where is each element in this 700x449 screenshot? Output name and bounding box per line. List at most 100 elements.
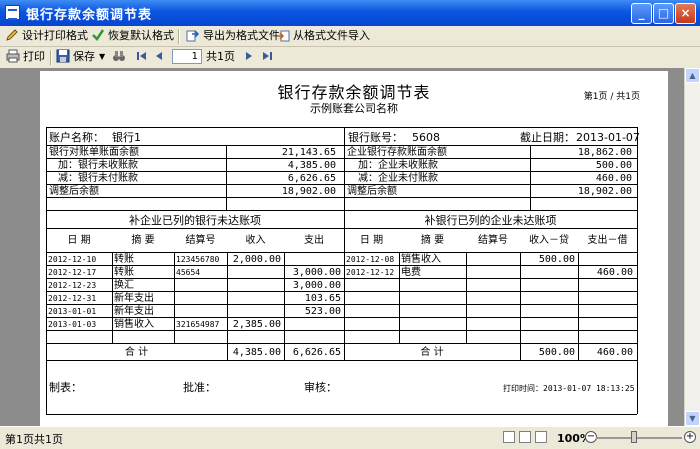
print-button[interactable]: 打印 — [6, 49, 45, 65]
save-label: 保存 — [73, 50, 95, 63]
minimize-button[interactable]: _ — [631, 3, 652, 24]
account-no-value: 5608 — [412, 131, 440, 144]
left-header-income: 收入 — [245, 235, 266, 246]
last-page-button[interactable] — [260, 49, 277, 65]
left-total-expense: 6,626.65 — [292, 347, 341, 358]
left-summary-value: 18,902.00 — [281, 186, 336, 197]
preview-viewport[interactable]: 银行存款余额调节表 示例账套公司名称 第1页 / 共1页 账户名称： 银行1 银… — [0, 68, 684, 426]
import-format-file-label: 从格式文件导入 — [293, 29, 370, 42]
left-row-expense: 3,000.00 — [292, 267, 341, 278]
print-label: 打印 — [23, 50, 45, 63]
checkmark-icon — [92, 29, 105, 41]
report-page-info: 第1页 / 共1页 — [583, 92, 640, 102]
left-row-expense: 103.65 — [304, 293, 341, 304]
left-row-date: 2012-12-10 — [48, 255, 97, 264]
right-total-expense: 460.00 — [596, 347, 633, 358]
binoculars-icon — [113, 51, 125, 61]
end-date-value: 2013-01-07 — [576, 131, 640, 144]
report-company: 示例账套公司名称 — [310, 102, 398, 115]
restore-default-format-label: 恢复默认格式 — [108, 29, 174, 42]
scroll-up-arrow[interactable]: ▲ — [685, 68, 700, 83]
left-section-title: 补企业已列的银行未达账项 — [129, 214, 261, 227]
right-header-date: 日 期 — [359, 235, 384, 246]
right-header-expense: 支出－借 — [587, 235, 628, 246]
right-summary-label: 加：企业未收账款 — [358, 160, 438, 171]
export-icon — [186, 30, 200, 42]
right-header-settle: 结算号 — [478, 235, 508, 246]
account-name-label: 账户名称： — [49, 131, 104, 144]
export-format-file-button[interactable]: 导出为格式文件 — [186, 28, 280, 44]
left-summary-value: 4,385.00 — [287, 160, 336, 171]
right-summary-value: 18,862.00 — [577, 147, 632, 158]
title-bar: 银行存款余额调节表 _ □ × — [0, 0, 700, 26]
left-header-expense: 支出 — [304, 235, 324, 246]
right-row-date: 2012-12-08 — [346, 255, 395, 264]
design-print-format-button[interactable]: 设计打印格式 — [5, 28, 88, 44]
left-summary-value: 21,143.65 — [281, 147, 336, 158]
maximize-button[interactable]: □ — [653, 3, 674, 24]
left-row-expense: 523.00 — [304, 306, 341, 317]
left-summary-label: 调整后余额 — [49, 186, 99, 197]
page-number-input[interactable]: 1 — [172, 49, 202, 64]
pencil-icon — [6, 29, 18, 41]
right-summary-label: 调整后余额 — [347, 186, 397, 197]
right-header-summary: 摘 要 — [420, 235, 445, 246]
left-header-date: 日 期 — [67, 235, 91, 246]
right-row-income: 500.00 — [538, 254, 575, 265]
zoom-slider-thumb[interactable] — [631, 431, 637, 443]
page-total-label: 共1页 — [206, 50, 235, 63]
print-toolbar: 打印 保存 ▼ 1 共1页 — [0, 47, 700, 67]
save-dropdown-arrow[interactable]: ▼ — [99, 49, 105, 65]
left-row-date: 2012-12-17 — [48, 268, 97, 277]
right-row-summary: 电费 — [401, 267, 421, 278]
zoom-slider[interactable] — [596, 437, 682, 439]
multi-page-view-button[interactable] — [535, 431, 547, 443]
find-button[interactable] — [112, 49, 129, 65]
app-icon — [5, 5, 20, 20]
left-summary-label: 银行对账单账面余额 — [49, 147, 139, 158]
format-toolbar: 设计打印格式 恢复默认格式 导出为格式文件 从格式文件导入 — [0, 26, 700, 47]
approve-label: 批准： — [183, 381, 216, 394]
vertical-scrollbar[interactable]: ▲ ▼ — [684, 68, 700, 426]
print-time: 打印时间：2013-01-07 18:13:25 — [503, 384, 635, 393]
right-section-title: 补银行已列的企业未达账项 — [424, 214, 557, 227]
left-row-summary: 转账 — [114, 254, 134, 265]
account-no-label: 银行账号： — [348, 131, 403, 144]
left-total-label: 合 计 — [124, 347, 149, 358]
left-row-expense: 3,000.00 — [292, 280, 341, 291]
left-row-summary: 销售收入 — [114, 319, 154, 330]
single-page-view-button[interactable] — [503, 431, 515, 443]
floppy-disk-icon — [56, 49, 70, 63]
prev-page-button[interactable] — [152, 49, 169, 65]
left-row-summary: 新年支出 — [114, 306, 154, 317]
left-summary-label: 减：银行未付账款 — [58, 173, 138, 184]
left-total-income: 4,385.00 — [232, 347, 281, 358]
restore-default-format-button[interactable]: 恢复默认格式 — [91, 28, 174, 44]
zoom-in-button[interactable]: + — [684, 431, 696, 443]
left-row-date: 2013-01-01 — [48, 307, 97, 316]
left-header-summary: 摘 要 — [131, 235, 155, 246]
left-row-date: 2012-12-31 — [48, 294, 97, 303]
design-print-format-label: 设计打印格式 — [22, 29, 88, 42]
left-row-income: 2,385.00 — [232, 319, 281, 330]
import-format-file-button[interactable]: 从格式文件导入 — [276, 28, 370, 44]
left-row-settle: 123456780 — [176, 255, 220, 264]
scroll-down-arrow[interactable]: ▼ — [685, 411, 700, 426]
left-summary-value: 6,626.65 — [287, 173, 336, 184]
last-page-icon — [263, 52, 272, 60]
right-total-income: 500.00 — [538, 347, 575, 358]
import-icon — [277, 30, 290, 42]
two-page-view-button[interactable] — [519, 431, 531, 443]
window-title: 银行存款余额调节表 — [26, 8, 153, 23]
right-summary-label: 企业银行存款账面余额 — [347, 147, 447, 158]
next-page-button[interactable] — [242, 49, 259, 65]
right-header-income: 收入－贷 — [529, 235, 569, 246]
close-button[interactable]: × — [675, 3, 696, 24]
left-row-summary: 新年支出 — [114, 293, 154, 304]
left-row-settle: 45654 — [176, 268, 201, 277]
audit-label: 审核： — [304, 381, 337, 394]
right-summary-label: 减：企业未付账款 — [358, 173, 438, 184]
save-button[interactable]: 保存 — [56, 49, 95, 65]
export-format-file-label: 导出为格式文件 — [203, 29, 280, 42]
first-page-button[interactable] — [135, 49, 152, 65]
